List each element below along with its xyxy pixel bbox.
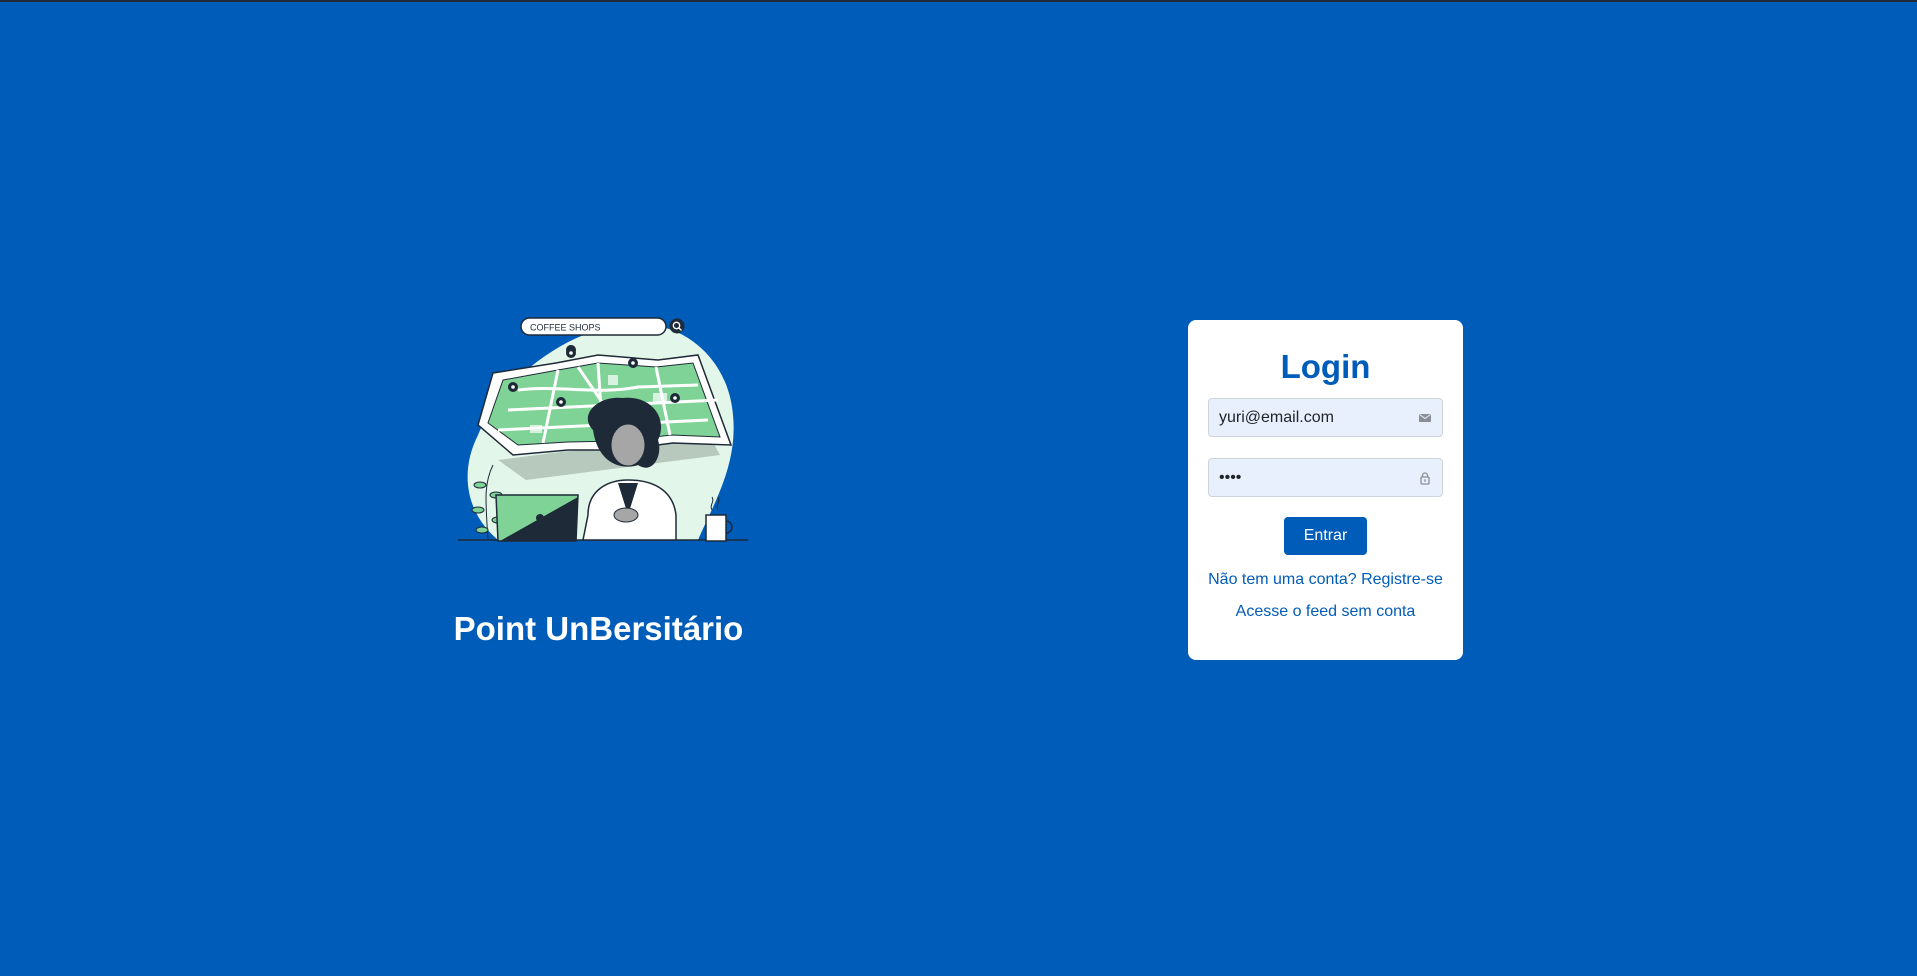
lock-icon: [1420, 472, 1430, 485]
password-field[interactable]: [1208, 458, 1443, 497]
envelope-icon: [1419, 414, 1431, 422]
password-input[interactable]: [1209, 459, 1409, 496]
guest-feed-link[interactable]: Acesse o feed sem conta: [1208, 603, 1443, 621]
email-input[interactable]: [1209, 399, 1409, 436]
brand-title: Point UnBersitário: [453, 610, 744, 647]
submit-button[interactable]: Entrar: [1284, 517, 1367, 555]
illustration-search-text: COFFEE SHOPS: [530, 323, 601, 333]
search-icon: [669, 318, 684, 334]
register-link[interactable]: Não tem uma conta? Registre-se: [1208, 571, 1443, 589]
login-title: Login: [1280, 348, 1371, 385]
email-field[interactable]: [1208, 398, 1443, 437]
map-illustration: COFFEE SHOPS: [457, 317, 748, 542]
login-card: Login Entrar Não tem uma conta? Registre…: [1188, 320, 1463, 660]
brand-section: COFFEE SHOPS Point UnBersitário: [454, 315, 750, 648]
